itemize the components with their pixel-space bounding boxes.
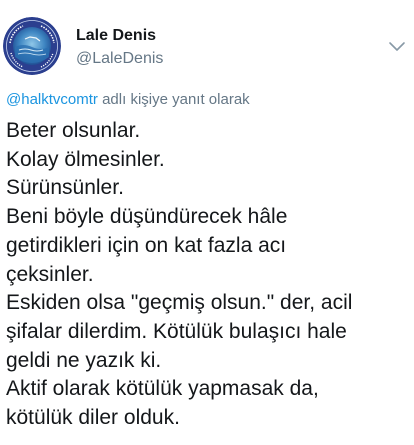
tweet-menu-button[interactable] — [388, 40, 406, 54]
tweet-text-line: şifalar dilerdim. Kötülük bulaşıcı hale — [6, 319, 347, 343]
author-display-name[interactable]: Lale Denis — [76, 26, 163, 46]
tweet-text-line: Kolay ölmesinler. — [6, 147, 165, 171]
tweet-text: Beter olsunlar. Kolay ölmesinler. Sürüns… — [6, 117, 412, 433]
profile-avatar-seal-icon — [3, 17, 61, 75]
tweet-text-line: Aktif olarak kötülük yapmasak da, — [6, 377, 319, 401]
tweet-author: Lale Denis @LaleDenis — [76, 26, 163, 69]
tweet-text-line: getirdikleri için on kat fazla acı — [6, 233, 287, 257]
avatar[interactable] — [3, 17, 61, 75]
tweet: Lale Denis @LaleDenis @halktvcomtr adlı … — [0, 0, 414, 445]
tweet-text-line: Sürünsünler. — [6, 176, 124, 200]
author-handle[interactable]: @LaleDenis — [76, 49, 163, 69]
reply-context: @halktvcomtr adlı kişiye yanıt olarak — [6, 90, 250, 110]
chevron-down-icon — [389, 42, 405, 51]
tweet-text-line: Beni böyle düşündürecek hâle — [6, 205, 288, 229]
tweet-text-line: geldi ne yazık ki. — [6, 348, 162, 372]
reply-mention-link[interactable]: @halktvcomtr — [6, 91, 98, 108]
tweet-text-line: çeksinler. — [6, 262, 94, 286]
tweet-text-line: kötülük diler olduk. — [6, 406, 180, 430]
reply-context-label: adlı kişiye yanıt olarak — [97, 91, 250, 108]
tweet-text-line: Beter olsunlar. — [6, 119, 141, 142]
tweet-text-line: Eskiden olsa "geçmiş olsun." der, acil — [6, 291, 353, 315]
